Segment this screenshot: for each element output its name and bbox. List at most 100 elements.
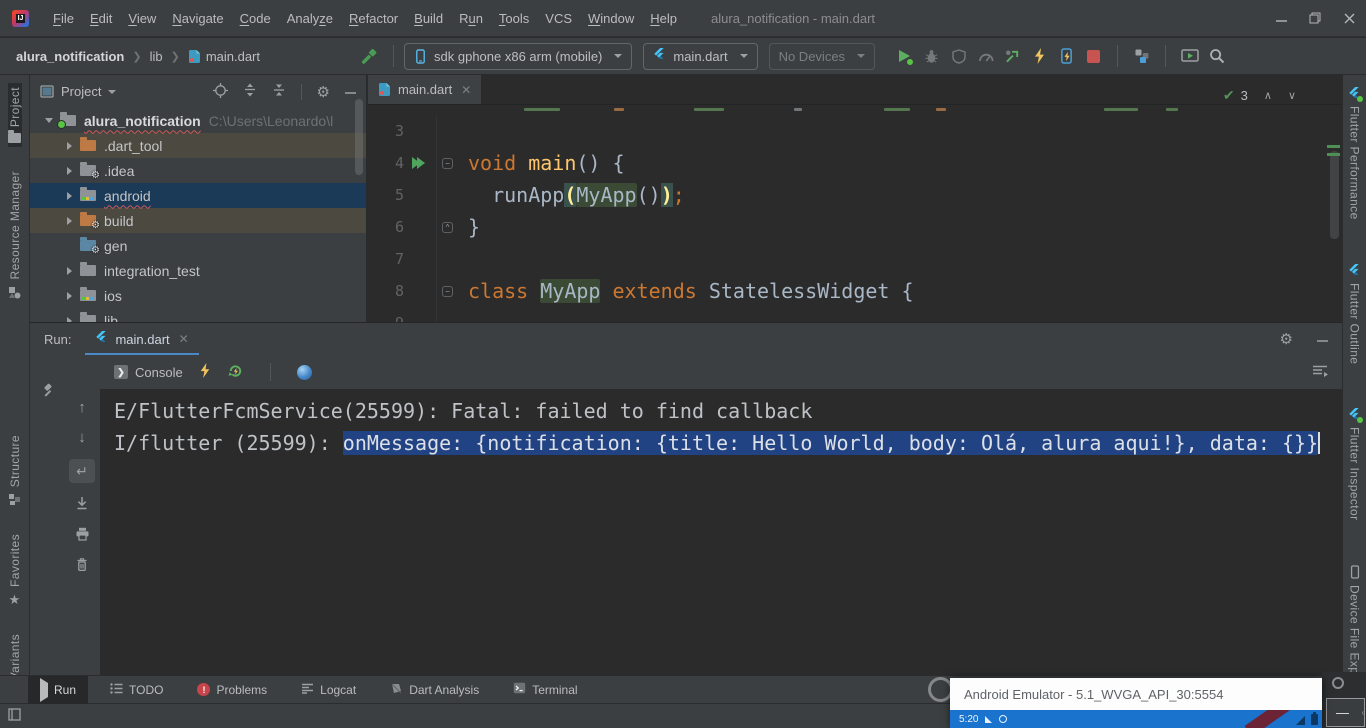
tree-item-.idea[interactable]: .idea bbox=[30, 158, 366, 183]
emulator-rotate-icon[interactable] bbox=[1332, 677, 1344, 689]
breadcrumb-dir[interactable]: lib bbox=[150, 49, 163, 64]
chevron-right-icon[interactable] bbox=[60, 217, 78, 225]
editor-scrollbar[interactable] bbox=[1330, 151, 1339, 239]
toolwindow-toggle-icon[interactable] bbox=[8, 708, 21, 724]
tool-window-button-flutter-outline[interactable]: Flutter Outline bbox=[1348, 260, 1362, 368]
clear-console-trash-icon[interactable] bbox=[75, 557, 89, 575]
tree-item-alura_notification[interactable]: alura_notificationC:\Users\Leonardo\l bbox=[30, 108, 366, 133]
coverage-button[interactable] bbox=[945, 43, 972, 70]
console-output[interactable]: E/FlutterFcmService(25599): Fatal: faile… bbox=[100, 389, 1342, 675]
console-tab[interactable]: ❯ Console bbox=[114, 365, 183, 380]
soft-wrap-button[interactable]: ↵ bbox=[69, 459, 95, 483]
inspections-widget[interactable]: ✔ 3 ∧ ∨ bbox=[1223, 87, 1296, 104]
fold-marker-icon[interactable]: − bbox=[442, 158, 453, 169]
project-structure-button[interactable] bbox=[1128, 43, 1155, 70]
run-button[interactable] bbox=[891, 43, 918, 70]
collapse-all-button[interactable] bbox=[272, 83, 286, 100]
scroll-to-end-button[interactable] bbox=[75, 496, 89, 514]
settings-gear-icon[interactable]: ⚙ bbox=[1280, 330, 1293, 348]
debug-button[interactable] bbox=[918, 43, 945, 70]
down-stack-trace-button[interactable]: ↓ bbox=[78, 429, 86, 446]
menu-window[interactable]: Window bbox=[580, 7, 642, 30]
tree-item-.dart_tool[interactable]: .dart_tool bbox=[30, 133, 366, 158]
menu-code[interactable]: Code bbox=[232, 7, 279, 30]
menu-edit[interactable]: Edit bbox=[82, 7, 120, 30]
tool-window-button-run[interactable]: Run bbox=[28, 676, 88, 704]
tree-item-build[interactable]: build bbox=[30, 208, 366, 233]
run-config-selector[interactable]: main.dart bbox=[643, 43, 757, 70]
build-hammer-button[interactable] bbox=[356, 43, 383, 70]
chevron-right-icon[interactable] bbox=[60, 167, 78, 175]
profiler-button[interactable] bbox=[972, 43, 999, 70]
hide-panel-button[interactable] bbox=[1317, 332, 1328, 347]
tree-item-ios[interactable]: ios bbox=[30, 283, 366, 308]
breadcrumb-file[interactable]: main.dart bbox=[188, 49, 260, 64]
emulator-title-bar[interactable]: Android Emulator - 5.1_WVGA_API_30:5554 bbox=[950, 678, 1322, 710]
hide-panel-button[interactable] bbox=[345, 84, 356, 99]
prev-problem-button[interactable]: ∧ bbox=[1264, 89, 1272, 102]
menu-navigate[interactable]: Navigate bbox=[164, 7, 231, 30]
device-selector[interactable]: sdk gphone x86 arm (mobile) bbox=[404, 43, 632, 70]
print-button[interactable] bbox=[75, 527, 90, 544]
pin-icon[interactable] bbox=[40, 383, 55, 401]
fold-marker-icon[interactable]: − bbox=[442, 286, 453, 297]
tool-window-button-resource-manager[interactable]: Resource Manager bbox=[8, 167, 22, 302]
close-button[interactable] bbox=[1332, 0, 1366, 37]
tool-window-button-problems[interactable]: !Problems bbox=[185, 676, 279, 704]
console-layout-icon[interactable] bbox=[1312, 364, 1328, 381]
tool-window-button-flutter-inspector[interactable]: Flutter Inspector bbox=[1348, 404, 1362, 525]
fold-end-marker-icon[interactable]: ^ bbox=[442, 222, 453, 233]
tree-scrollbar[interactable] bbox=[355, 99, 363, 175]
tool-window-button-logcat[interactable]: Logcat bbox=[289, 676, 368, 704]
search-everywhere-button[interactable] bbox=[1203, 43, 1230, 70]
close-tab-icon[interactable]: ✕ bbox=[179, 332, 189, 346]
menu-file[interactable]: File bbox=[45, 7, 82, 30]
menu-refactor[interactable]: Refactor bbox=[341, 7, 406, 30]
menu-help[interactable]: Help bbox=[642, 7, 685, 30]
hot-reload-button[interactable] bbox=[199, 363, 211, 381]
run-tab-main-dart[interactable]: main.dart ✕ bbox=[85, 323, 198, 356]
menu-tools[interactable]: Tools bbox=[491, 7, 537, 30]
tool-window-button-structure[interactable]: Structure bbox=[8, 431, 22, 510]
run-gutter-icon[interactable] bbox=[412, 157, 425, 169]
tree-item-android[interactable]: android bbox=[30, 183, 366, 208]
project-view-selector[interactable]: Project bbox=[40, 84, 116, 99]
chevron-right-icon[interactable] bbox=[60, 142, 78, 150]
tree-item-integration_test[interactable]: integration_test bbox=[30, 258, 366, 283]
menu-run[interactable]: Run bbox=[451, 7, 491, 30]
tool-window-button-dart-analysis[interactable]: Dart Analysis bbox=[378, 676, 491, 704]
hot-reload-button[interactable] bbox=[1026, 43, 1053, 70]
emulator-minimize-icon[interactable]: — bbox=[1336, 705, 1349, 720]
menu-build[interactable]: Build bbox=[406, 7, 451, 30]
flutter-attach-button[interactable] bbox=[999, 43, 1026, 70]
tool-window-button-terminal[interactable]: Terminal bbox=[501, 676, 589, 704]
locate-file-button[interactable] bbox=[213, 83, 228, 101]
menu-view[interactable]: View bbox=[120, 7, 164, 30]
breadcrumb-project[interactable]: alura_notification bbox=[16, 49, 124, 64]
hot-restart-device-button[interactable] bbox=[1053, 43, 1080, 70]
next-problem-button[interactable]: ∨ bbox=[1288, 89, 1296, 102]
tree-item-lib[interactable]: lib bbox=[30, 308, 366, 322]
settings-gear-icon[interactable]: ⚙ bbox=[317, 83, 330, 101]
tool-window-button-todo[interactable]: TODO bbox=[98, 676, 175, 704]
restore-button[interactable] bbox=[1298, 0, 1332, 37]
tool-window-button-favorites[interactable]: Favorites★ bbox=[8, 530, 22, 610]
minimize-button[interactable] bbox=[1264, 0, 1298, 37]
dart-devtools-icon[interactable] bbox=[297, 365, 312, 380]
menu-analyze[interactable]: Analyze bbox=[279, 7, 341, 30]
chevron-right-icon[interactable] bbox=[60, 267, 78, 275]
chevron-right-icon[interactable] bbox=[60, 292, 78, 300]
tool-window-button-project[interactable]: Project bbox=[8, 83, 22, 147]
up-stack-trace-button[interactable]: ↑ bbox=[78, 399, 86, 416]
chevron-right-icon[interactable] bbox=[60, 192, 78, 200]
close-tab-icon[interactable]: ✕ bbox=[461, 83, 471, 97]
emulator-button[interactable] bbox=[1176, 43, 1203, 70]
tree-item-gen[interactable]: gen bbox=[30, 233, 366, 258]
android-emulator-window[interactable]: Android Emulator - 5.1_WVGA_API_30:5554 … bbox=[950, 678, 1322, 728]
code-area[interactable]: 34−void main() {5 runApp(MyApp());6^}78−… bbox=[368, 105, 1342, 322]
hot-restart-button[interactable] bbox=[227, 363, 244, 382]
menu-vcs[interactable]: VCS bbox=[537, 7, 580, 30]
stop-button[interactable] bbox=[1080, 43, 1107, 70]
tool-window-button-flutter-performance[interactable]: Flutter Performance bbox=[1348, 83, 1362, 224]
editor-tab-main-dart[interactable]: main.dart ✕ bbox=[368, 75, 481, 104]
